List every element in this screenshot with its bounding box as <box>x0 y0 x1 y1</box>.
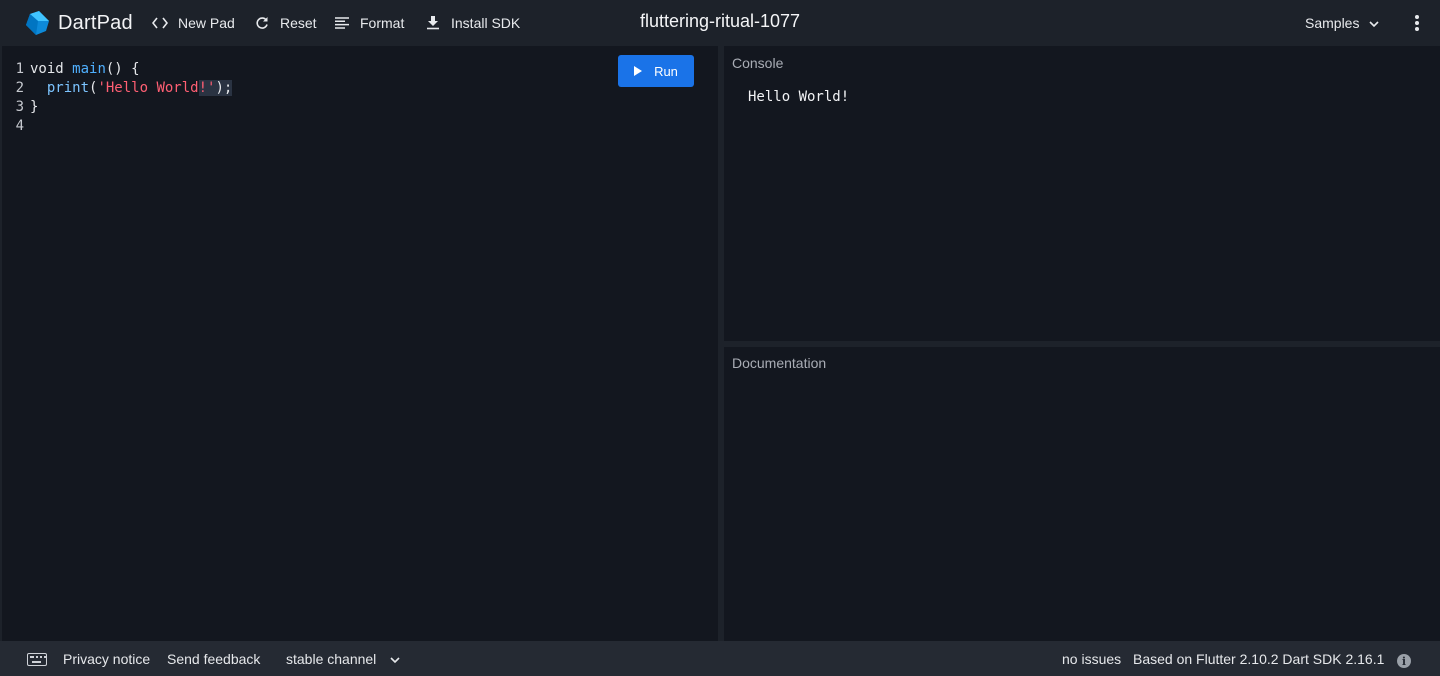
code-line: 3} <box>2 98 232 117</box>
console-output: Hello World! <box>748 89 850 105</box>
format-button[interactable]: Format <box>334 0 404 46</box>
play-icon <box>634 66 643 76</box>
function-main: main <box>72 61 106 77</box>
install-sdk-button[interactable]: Install SDK <box>425 0 520 46</box>
install-sdk-label: Install SDK <box>451 15 521 31</box>
code-punct: } <box>30 99 39 115</box>
new-pad-label: New Pad <box>178 15 235 31</box>
chevron-down-icon <box>390 651 400 667</box>
samples-dropdown[interactable]: Samples <box>1305 0 1380 46</box>
line-number: 1 <box>15 61 24 77</box>
app-header: DartPad New Pad Reset Format Install SDK… <box>0 0 1440 46</box>
console-panel: Console Hello World! <box>724 47 1440 341</box>
run-label: Run <box>654 63 678 79</box>
refresh-icon <box>254 15 270 31</box>
line-number: 4 <box>15 118 24 134</box>
reset-button[interactable]: Reset <box>254 0 317 46</box>
version-info: Based on Flutter 2.10.2 Dart SDK 2.16.1 <box>1133 650 1385 667</box>
line-number: 3 <box>15 99 24 115</box>
reset-label: Reset <box>280 15 317 31</box>
privacy-notice-link[interactable]: Privacy notice <box>63 641 150 676</box>
new-pad-button[interactable]: New Pad <box>152 0 235 46</box>
status-bar: Privacy notice Send feedback stable chan… <box>0 641 1440 676</box>
code-line: 1 void main() { <box>2 60 232 79</box>
code-line: 2 print('Hello World!'); <box>2 79 233 98</box>
code-punct: () { <box>105 61 140 77</box>
function-print: print <box>46 80 90 96</box>
dart-logo-icon <box>24 10 50 36</box>
selected-punct: ); <box>215 80 233 96</box>
code-content[interactable]: 1 void main() { 2 print('Hello World!'); … <box>2 60 233 136</box>
format-label: Format <box>360 15 405 31</box>
samples-label: Samples <box>1305 15 1360 31</box>
channel-dropdown[interactable]: stable channel <box>286 641 400 676</box>
console-label: Console <box>732 55 784 71</box>
chevron-down-icon <box>1369 15 1380 31</box>
string-literal: 'Hello World <box>97 80 199 96</box>
keyboard-icon[interactable] <box>27 653 47 666</box>
code-line: 4 <box>2 117 232 136</box>
code-brackets-icon <box>152 15 168 31</box>
issues-status[interactable]: no issues <box>1062 641 1121 676</box>
download-icon <box>425 15 441 31</box>
code-editor[interactable]: 1 void main() { 2 print('Hello World!'); … <box>2 47 718 640</box>
pad-title[interactable]: fluttering-ritual-1077 <box>640 11 800 31</box>
app-logo[interactable]: DartPad <box>24 10 133 36</box>
keyword-void: void <box>30 61 64 77</box>
format-align-icon <box>334 15 350 31</box>
documentation-label: Documentation <box>732 355 827 371</box>
more-vert-icon[interactable] <box>1408 13 1426 33</box>
channel-label: stable channel <box>286 650 377 667</box>
info-icon[interactable]: i <box>1397 654 1411 668</box>
line-number: 2 <box>15 80 24 96</box>
documentation-panel: Documentation <box>724 347 1440 641</box>
send-feedback-link[interactable]: Send feedback <box>167 641 260 676</box>
selected-string: !' <box>198 80 216 96</box>
run-button[interactable]: Run <box>618 55 694 87</box>
app-name: DartPad <box>58 11 133 34</box>
